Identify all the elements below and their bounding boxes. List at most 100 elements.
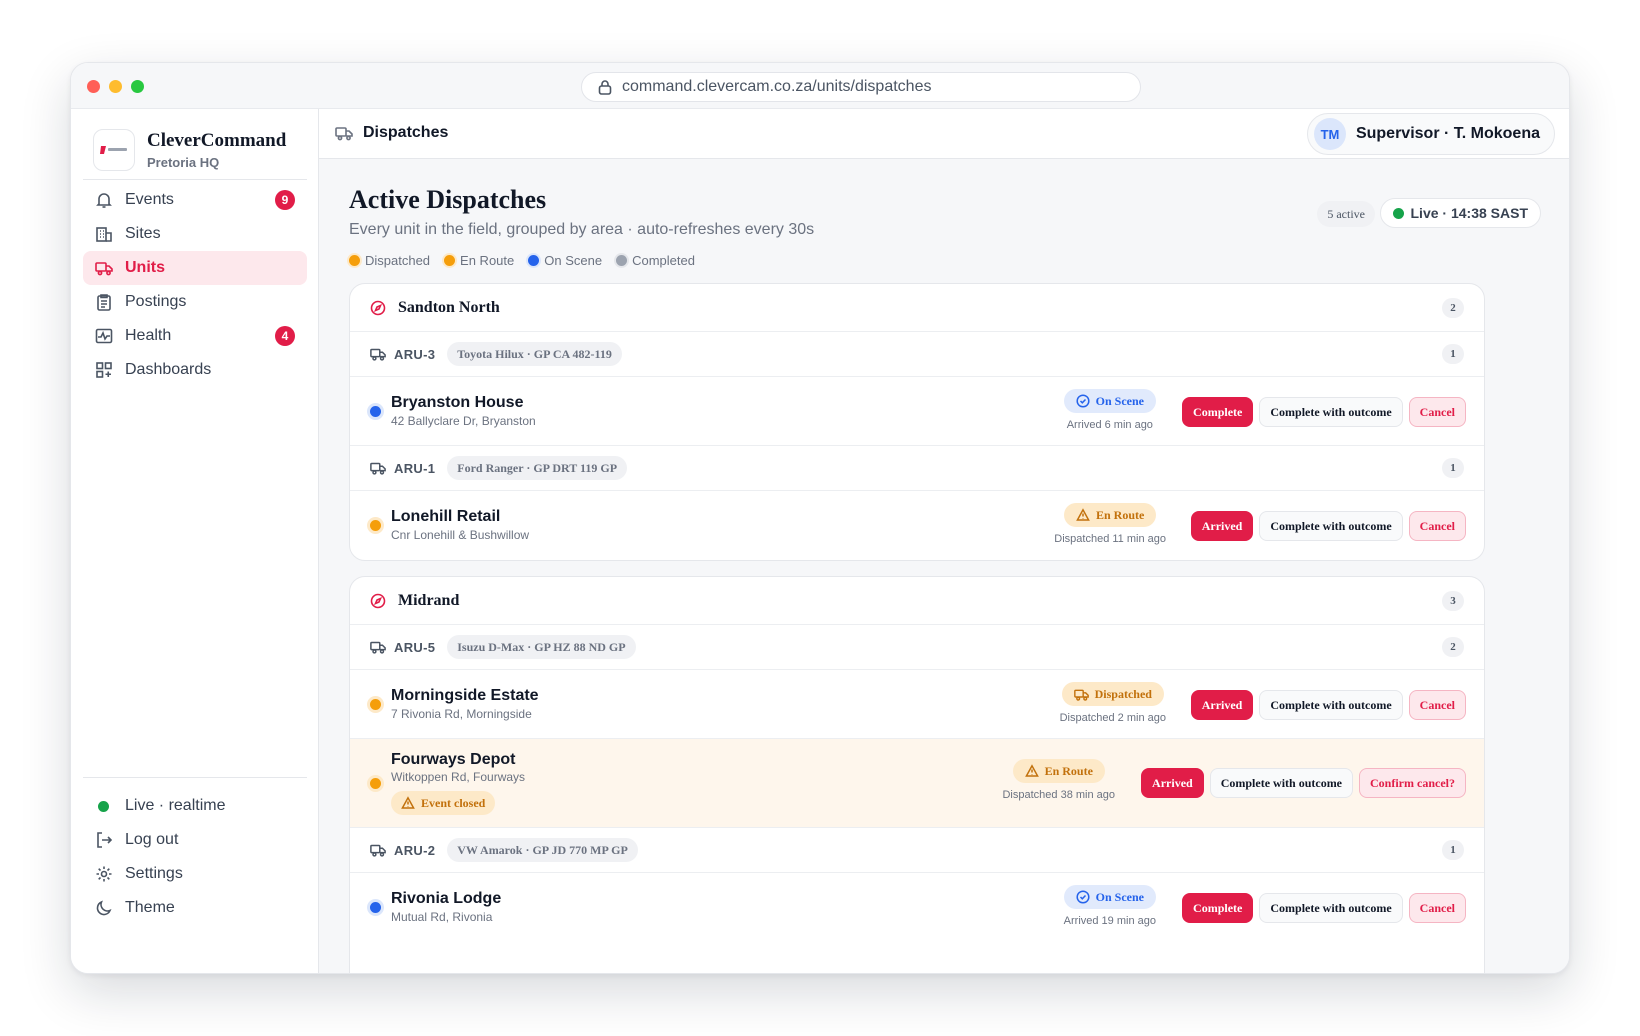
complete-with-outcome-button[interactable]: Complete with outcome	[1259, 893, 1403, 923]
breadcrumb: Dispatches	[335, 124, 448, 142]
arrived-button[interactable]: Arrived	[1141, 768, 1204, 798]
arrived-button[interactable]: Arrived	[1190, 690, 1254, 720]
area-card-sandton-north: Sandton North 2 ARU-3 Toyota Hilux · GP …	[349, 283, 1485, 561]
sidebar-item-postings[interactable]: Postings	[83, 285, 307, 319]
dispatch-row-highlighted: Fourways Depot Witkoppen Rd, Fourways Ev…	[350, 739, 1484, 828]
sidebar-item-health[interactable]: Health 4	[83, 319, 307, 353]
maximize-window-button[interactable]	[131, 80, 144, 93]
unit-code: ARU-5	[394, 639, 436, 655]
complete-with-outcome-button[interactable]: Complete with outcome	[1209, 768, 1354, 798]
truck-icon	[370, 348, 386, 361]
unit-header: ARU-2 VW Amarok · GP JD 770 MP GP 1	[350, 828, 1484, 873]
check-circle-icon	[1076, 394, 1090, 408]
site-name[interactable]: Rivonia Lodge	[391, 890, 501, 908]
status-block: En Route Dispatched 11 min ago	[1054, 503, 1166, 545]
sidebar-item-sites[interactable]: Sites	[83, 217, 307, 251]
legend-item-dispatched: Dispatched	[349, 253, 430, 268]
legend-dot	[349, 255, 360, 266]
live-clock-label: Live · 14:38 SAST	[1410, 205, 1529, 221]
events-count-badge: 9	[275, 190, 295, 210]
status-time: Dispatched 2 min ago	[1059, 712, 1166, 724]
site-name[interactable]: Fourways Depot	[391, 751, 515, 769]
truck-icon	[370, 641, 386, 654]
warning-icon	[1076, 508, 1090, 521]
status-block: On Scene Arrived 6 min ago	[1063, 389, 1156, 431]
legend-item-en-route: En Route	[444, 253, 514, 268]
settings-button[interactable]: Settings	[83, 857, 307, 891]
address-bar[interactable]: command.clevercam.co.za/units/dispatches	[581, 72, 1141, 102]
site-name[interactable]: Lonehill Retail	[391, 508, 500, 526]
legend-dot	[444, 255, 456, 266]
truck-icon	[335, 127, 353, 141]
confirm-cancel-button[interactable]: Confirm cancel?	[1359, 768, 1466, 798]
cancel-button[interactable]: Cancel	[1408, 511, 1466, 541]
theme-toggle[interactable]: Theme	[83, 891, 307, 925]
live-dot	[1392, 207, 1404, 219]
site-name[interactable]: Bryanston House	[391, 394, 523, 412]
brand[interactable]: CleverCommand Pretoria HQ	[93, 129, 286, 171]
arrived-button[interactable]: Arrived	[1190, 511, 1254, 541]
area-name: Midrand	[398, 591, 460, 609]
cancel-button[interactable]: Cancel	[1408, 893, 1466, 923]
legend-dot	[528, 255, 540, 266]
status-badge: En Route	[1012, 759, 1105, 783]
complete-with-outcome-button[interactable]: Complete with outcome	[1259, 397, 1403, 427]
status-dot	[370, 406, 381, 417]
brand-name: CleverCommand	[147, 130, 287, 151]
status-dot	[370, 520, 381, 531]
unit-code: ARU-3	[394, 346, 436, 362]
site-name[interactable]: Morningside Estate	[391, 687, 539, 705]
site-address: Mutual Rd, Rivonia	[391, 910, 493, 924]
unit-header: ARU-3 Toyota Hilux · GP CA 482-119 1	[350, 332, 1484, 377]
minimize-window-button[interactable]	[109, 80, 122, 93]
sidebar-item-label: Postings	[125, 293, 187, 310]
area-count: 2	[1442, 297, 1464, 318]
close-window-button[interactable]	[87, 80, 100, 93]
live-status-dot	[98, 800, 109, 812]
complete-with-outcome-button[interactable]: Complete with outcome	[1259, 511, 1403, 541]
truck-icon	[370, 462, 386, 475]
truck-icon	[1073, 689, 1089, 701]
vehicle-chip: Isuzu D-Max · GP HZ 88 ND GP	[447, 635, 636, 659]
page-subtitle: Every unit in the field, grouped by area…	[349, 221, 815, 238]
event-closed-badge: Event closed	[391, 791, 496, 815]
theme-label: Theme	[125, 899, 175, 916]
cancel-button[interactable]: Cancel	[1408, 397, 1466, 427]
user-label: Supervisor · T. Mokoena	[1355, 125, 1540, 142]
row-actions: Arrived Complete with outcome Cancel	[1190, 511, 1466, 541]
unit-count: 1	[1442, 344, 1464, 364]
site-address: 7 Rivonia Rd, Morningside	[391, 707, 532, 721]
vehicle-chip: Ford Ranger · GP DRT 119 GP	[447, 456, 628, 480]
brand-subtitle: Pretoria HQ	[147, 155, 220, 170]
dispatch-row: Rivonia Lodge Mutual Rd, Rivonia On Scen…	[350, 873, 1484, 942]
status-dot	[370, 699, 381, 710]
status-dot	[370, 902, 381, 913]
page-title: Active Dispatches	[349, 185, 547, 214]
area-header: Sandton North 2	[350, 284, 1484, 332]
compass-icon	[370, 593, 386, 608]
sidebar-item-label: Health	[125, 327, 172, 344]
sidebar-item-events[interactable]: Events 9	[83, 183, 307, 217]
sidebar-item-dashboards[interactable]: Dashboards	[83, 353, 307, 387]
cancel-button[interactable]: Cancel	[1408, 690, 1466, 720]
status-block: Dispatched Dispatched 2 min ago	[1060, 682, 1166, 724]
complete-button[interactable]: Complete	[1182, 893, 1254, 923]
sidebar-item-units[interactable]: Units	[83, 251, 307, 285]
grid-icon	[96, 362, 112, 378]
area-card-midrand: Midrand 3 ARU-5 Isuzu D-Max · GP HZ 88 N…	[349, 576, 1485, 973]
logout-button[interactable]: Log out	[83, 823, 307, 857]
status-label: On Scene	[1095, 889, 1144, 904]
check-circle-icon	[1076, 890, 1090, 904]
user-menu-button[interactable]: TM Supervisor · T. Mokoena	[1306, 113, 1555, 155]
sidebar-item-label: Dashboards	[125, 361, 212, 378]
site-address: Cnr Lonehill & Bushwillow	[391, 528, 530, 542]
activity-icon	[95, 328, 113, 344]
complete-with-outcome-button[interactable]: Complete with outcome	[1259, 690, 1403, 720]
legend-label: En Route	[460, 253, 515, 268]
complete-button[interactable]: Complete	[1182, 397, 1254, 427]
legend-label: On Scene	[544, 253, 603, 268]
unit-code: ARU-2	[394, 842, 436, 858]
gear-icon	[96, 866, 112, 882]
bell-icon	[96, 193, 112, 208]
status-time: Arrived 6 min ago	[1066, 419, 1153, 431]
